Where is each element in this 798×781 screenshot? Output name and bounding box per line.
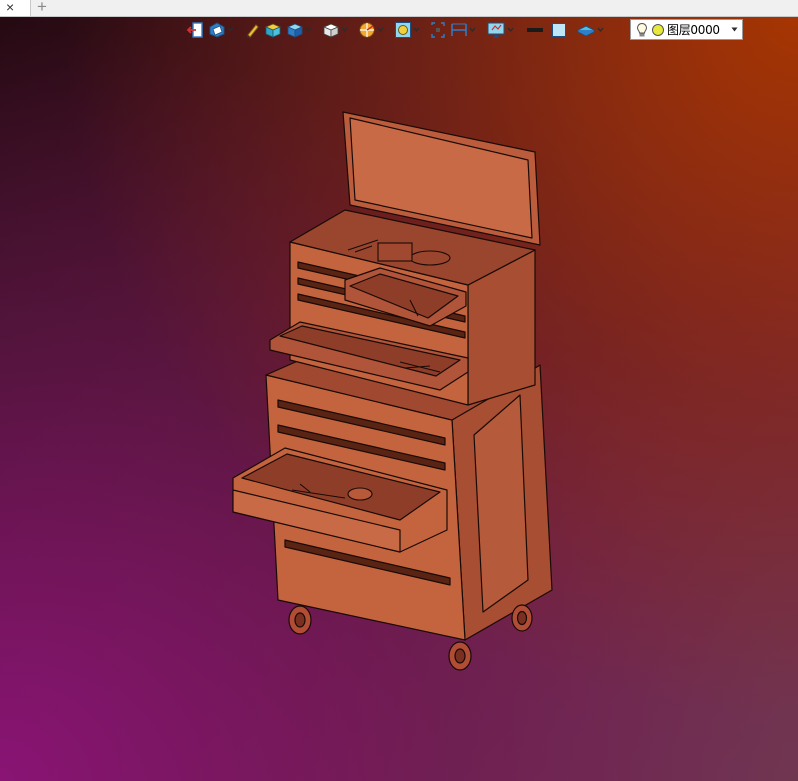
wheel-hub [454,648,466,664]
side-panel-inset [473,394,529,613]
wheel-hub [516,610,528,626]
tool-case [377,242,413,262]
tool-chest-model[interactable] [0,0,798,781]
measuring-tape-tool [347,487,373,501]
wheel-hub [294,612,306,628]
